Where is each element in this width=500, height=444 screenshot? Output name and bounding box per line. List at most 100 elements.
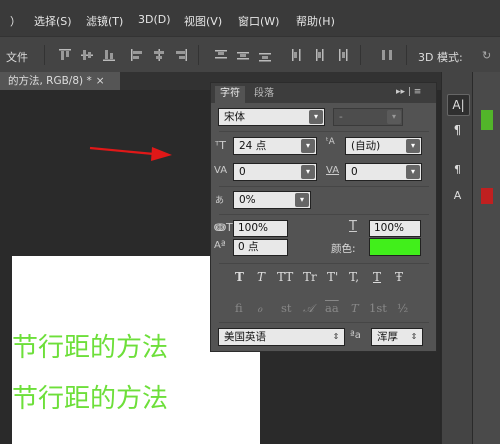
fractions-button[interactable]: ½ bbox=[397, 301, 408, 315]
ordinals-button[interactable]: 1st bbox=[369, 301, 387, 315]
chevron-down-icon: ▾ bbox=[387, 110, 401, 124]
divider bbox=[219, 131, 429, 132]
tracking-icon: VA bbox=[326, 165, 340, 176]
stylistic-alternates-button[interactable]: aa bbox=[325, 301, 339, 315]
close-tab-icon[interactable]: × bbox=[96, 75, 105, 87]
antialias-select[interactable]: 浑厚 ⇕ bbox=[371, 328, 423, 346]
menu-item-select[interactable]: 选择(S) bbox=[34, 13, 72, 29]
red-arrow-annotation bbox=[89, 146, 172, 161]
font-size-field[interactable]: 24 点 ▾ bbox=[233, 137, 317, 155]
font-style-select: - ▾ bbox=[333, 108, 403, 126]
horizontal-scale-field[interactable]: 100% bbox=[369, 220, 421, 237]
kerning-icon: VA bbox=[214, 165, 228, 176]
align-right-edges-icon[interactable] bbox=[174, 48, 188, 62]
menu-item-window[interactable]: 窗口(W) bbox=[238, 13, 279, 29]
align-top-edges-icon[interactable] bbox=[58, 48, 72, 62]
tsume-icon: あ bbox=[215, 196, 225, 206]
leading-field[interactable]: (自动) ▾ bbox=[345, 137, 422, 155]
superscript-button[interactable]: T' bbox=[327, 270, 338, 284]
document-tab-title: 的方法, RGB/8) * bbox=[8, 75, 92, 87]
character-styles-dock-button[interactable]: A bbox=[447, 186, 468, 206]
distribute-right-icon[interactable] bbox=[334, 48, 348, 62]
leading-value: (自动) bbox=[351, 140, 381, 152]
stylistic-ligatures-button[interactable]: st bbox=[281, 301, 292, 315]
paragraph-panel-dock-button[interactable]: ¶ bbox=[447, 120, 468, 140]
distribute-bottom-icon[interactable] bbox=[258, 48, 272, 62]
document-tab[interactable]: 的方法, RGB/8) * × bbox=[0, 72, 120, 90]
paragraph-styles-dock-button[interactable]: ¶ bbox=[447, 160, 468, 180]
chevron-down-icon: ▾ bbox=[309, 110, 323, 124]
titling-alternates-button[interactable]: T bbox=[351, 301, 359, 315]
vertical-scale-icon: ↈT bbox=[214, 221, 233, 234]
font-family-select[interactable]: 宋体 ▾ bbox=[218, 108, 325, 126]
tracking-field[interactable]: 0 ▾ bbox=[345, 163, 422, 181]
faux-italic-button[interactable]: T bbox=[257, 270, 265, 284]
align-horizontal-centers-icon[interactable] bbox=[152, 48, 166, 62]
align-left-edges-icon[interactable] bbox=[130, 48, 144, 62]
menu-bar: ） 选择(S) 滤镜(T) 3D(D) 视图(V) 窗口(W) 帮助(H) bbox=[0, 0, 500, 36]
auto-align-layers-icon[interactable] bbox=[380, 48, 394, 62]
chevron-down-icon: ▾ bbox=[301, 165, 315, 179]
divider bbox=[219, 186, 429, 187]
tab-paragraph[interactable]: 段落 bbox=[249, 86, 279, 103]
distribute-top-icon[interactable] bbox=[214, 48, 228, 62]
distribute-horizontal-centers-icon[interactable] bbox=[312, 48, 326, 62]
color-swatch-icon[interactable] bbox=[481, 110, 493, 130]
baseline-shift-icon: Aª bbox=[214, 240, 226, 251]
menu-item-partial[interactable]: ） bbox=[10, 13, 21, 29]
swatch-red-icon[interactable] bbox=[481, 188, 493, 204]
menu-item-help[interactable]: 帮助(H) bbox=[296, 13, 335, 29]
secondary-dock bbox=[472, 72, 500, 444]
panel-menu-icon[interactable]: ▸▸ | ≡ bbox=[396, 87, 421, 97]
up-down-chevron-icon: ⇕ bbox=[410, 332, 418, 341]
discretionary-ligatures-button[interactable]: ℴ bbox=[257, 301, 262, 315]
character-panel: 字符 段落 ▸▸ | ≡ 宋体 ▾ - ▾ ᵀT 24 点 ▾ ᵗA (自动) ▾ VA… bbox=[210, 82, 437, 352]
align-vertical-centers-icon[interactable] bbox=[80, 48, 94, 62]
divider bbox=[219, 263, 429, 264]
all-caps-button[interactable]: TT bbox=[277, 270, 293, 284]
canvas-text-line-1[interactable]: 节行距的方法 bbox=[12, 327, 168, 364]
chevron-down-icon: ▾ bbox=[301, 139, 315, 153]
vertical-scale-field[interactable]: 100% bbox=[233, 220, 288, 237]
text-color-swatch[interactable] bbox=[369, 238, 421, 256]
subscript-button[interactable]: T, bbox=[349, 270, 359, 284]
menu-item-3d[interactable]: 3D(D) bbox=[138, 13, 171, 26]
tsume-field[interactable]: 0% ▾ bbox=[233, 191, 311, 209]
divider bbox=[219, 322, 429, 323]
tab-character[interactable]: 字符 bbox=[215, 86, 245, 103]
menu-item-view[interactable]: 视图(V) bbox=[184, 13, 222, 29]
chevron-down-icon: ▾ bbox=[406, 165, 420, 179]
character-panel-dock-button[interactable]: A| bbox=[447, 94, 470, 116]
options-bar: 文件 3D 模式: ↻ bbox=[0, 36, 500, 73]
canvas-text-line-2[interactable]: 节行距的方法 bbox=[12, 378, 168, 415]
baseline-shift-field[interactable]: 0 点 bbox=[233, 239, 288, 256]
tracking-value: 0 bbox=[351, 166, 358, 178]
tsume-value: 0% bbox=[239, 194, 256, 206]
language-value: 美国英语 bbox=[224, 331, 266, 343]
kerning-field[interactable]: 0 ▾ bbox=[233, 163, 317, 181]
font-size-value: 24 点 bbox=[239, 140, 267, 152]
kerning-value: 0 bbox=[239, 166, 246, 178]
swash-button[interactable]: 𝒜 bbox=[303, 301, 314, 316]
small-caps-button[interactable]: Tr bbox=[303, 270, 317, 284]
options-label-file: 文件 bbox=[6, 51, 28, 64]
underline-button[interactable]: T bbox=[373, 270, 381, 284]
font-style-value: - bbox=[339, 111, 343, 123]
font-size-icon: ᵀT bbox=[215, 139, 226, 152]
language-select[interactable]: 美国英语 ⇕ bbox=[218, 328, 345, 346]
antialias-value: 浑厚 bbox=[377, 331, 398, 343]
menu-item-filter[interactable]: 滤镜(T) bbox=[86, 13, 123, 29]
panel-dock: A| ¶ ¶ A bbox=[441, 72, 473, 444]
3d-rotate-icon[interactable]: ↻ bbox=[482, 49, 491, 62]
strikethrough-button[interactable]: Ŧ bbox=[395, 270, 403, 284]
distribute-left-icon[interactable] bbox=[290, 48, 304, 62]
panel-tab-bar: 字符 段落 ▸▸ | ≡ bbox=[211, 83, 436, 103]
chevron-down-icon: ▾ bbox=[295, 193, 309, 207]
antialias-icon: ªa bbox=[350, 330, 361, 341]
chevron-down-icon: ▾ bbox=[406, 139, 420, 153]
font-family-value: 宋体 bbox=[224, 111, 245, 123]
ligatures-button[interactable]: fi bbox=[235, 301, 243, 315]
distribute-vertical-centers-icon[interactable] bbox=[236, 48, 250, 62]
faux-bold-button[interactable]: T bbox=[235, 270, 244, 284]
align-bottom-edges-icon[interactable] bbox=[102, 48, 116, 62]
